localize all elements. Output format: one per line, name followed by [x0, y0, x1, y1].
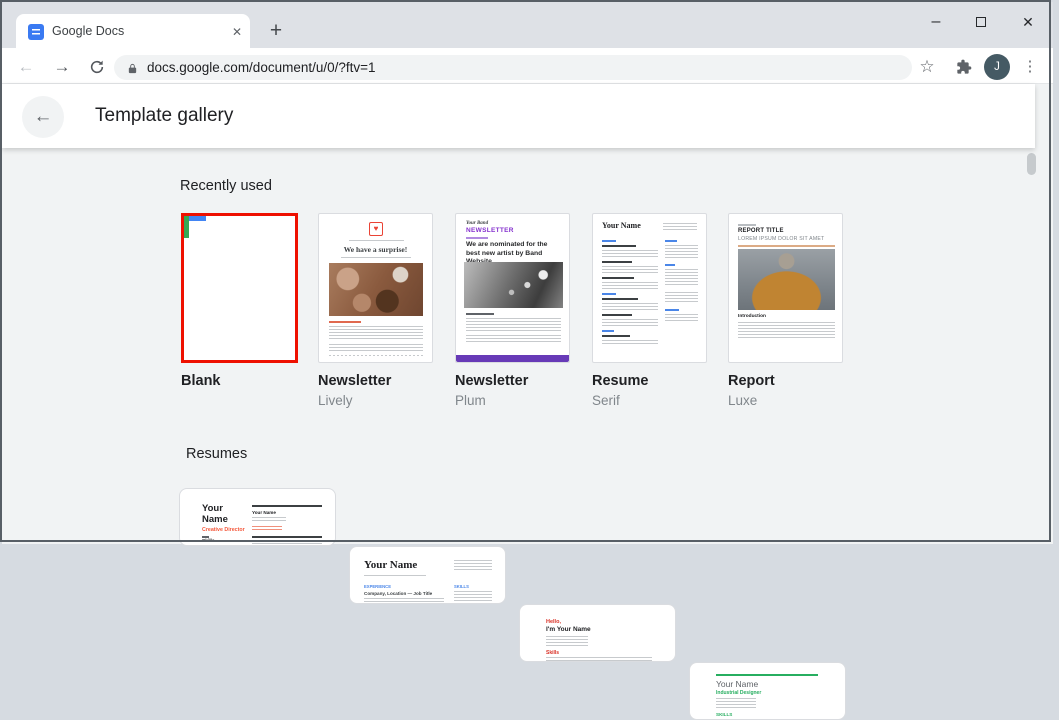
template-card-newsletter-plum[interactable]: Your Band NEWSLETTER We are nominated fo…: [455, 213, 570, 408]
plum-masthead: NEWSLETTER: [466, 227, 514, 234]
template-name: Newsletter: [318, 373, 392, 389]
window-close-button[interactable]: ✕: [1013, 9, 1043, 35]
template-card-blank[interactable]: Blank: [181, 213, 298, 389]
template-subtitle: Lively: [318, 393, 353, 408]
serif-name: Your Name: [602, 221, 641, 230]
section-heading-resumes: Resumes: [186, 446, 248, 462]
google-docs-favicon-icon: [28, 24, 44, 40]
extensions-puzzle-icon[interactable]: [952, 55, 976, 79]
template-card-report-luxe[interactable]: REPORT TITLE LOREM IPSUM DOLOR SIT AMET …: [728, 213, 843, 408]
template-card-resume-serif-2[interactable]: Your Name EXPERIENCE SKILLS Company, Loc…: [349, 546, 506, 604]
swiss-skills: Skills: [546, 650, 560, 656]
heart-icon: ♥: [369, 222, 383, 236]
template-card-resume-spearmint[interactable]: Your Name Industrial Designer SKILLS: [689, 662, 846, 720]
page-title: Template gallery: [95, 105, 234, 126]
browser-menu-icon[interactable]: ⋮: [1019, 54, 1041, 80]
coral-side-name: Your Name: [252, 510, 276, 515]
doc-lines-decor: [32, 29, 40, 36]
plum-brand: Your Band: [466, 221, 489, 226]
scrollbar-thumb[interactable]: [1027, 153, 1036, 175]
template-card-resume-coral[interactable]: Your Name Creative Director Your Name Sk…: [179, 488, 336, 546]
coral-first: Your: [202, 503, 223, 514]
lock-icon[interactable]: [127, 60, 141, 76]
bookmark-star-icon[interactable]: ☆: [914, 54, 940, 80]
luxe-section: Introduction: [738, 314, 766, 319]
gallery-back-button[interactable]: ←: [22, 96, 64, 138]
plum-thumbnail: Your Band NEWSLETTER We are nominated fo…: [455, 213, 570, 363]
coral-role: Creative Director: [202, 527, 245, 533]
maximize-icon: [976, 17, 986, 27]
spearmint-name: Your Name: [716, 679, 759, 689]
swiss-hello: Hello,: [546, 619, 561, 625]
luxe-thumbnail: REPORT TITLE LOREM IPSUM DOLOR SIT AMET …: [728, 213, 843, 363]
serif2-job: Company, Location — Job Title: [364, 591, 433, 596]
reload-icon[interactable]: [84, 54, 110, 80]
swiss-name: I'm Your Name: [546, 626, 591, 633]
luxe-photo: [738, 249, 835, 310]
serif2-experience: EXPERIENCE: [364, 584, 391, 589]
luxe-subtitle: LOREM IPSUM DOLOR SIT AMET: [738, 236, 825, 242]
maximize-button[interactable]: [966, 9, 996, 35]
google-plus-icon: [184, 216, 206, 238]
plum-footer-bar: [456, 355, 569, 362]
spearmint-role: Industrial Designer: [716, 690, 762, 696]
coral-skills: Skills: [202, 539, 215, 544]
template-card-newsletter-lively[interactable]: ♥ We have a surprise! Newsletter Lively: [318, 213, 433, 408]
lively-thumbnail: ♥ We have a surprise!: [318, 213, 433, 363]
tab-close-icon[interactable]: ✕: [227, 22, 247, 42]
back-icon[interactable]: ←: [13, 54, 39, 80]
coral-last: Name: [202, 514, 228, 525]
lively-headline: We have a surprise!: [343, 245, 408, 254]
template-card-resume-serif[interactable]: Your Name Resume Serif: [592, 213, 707, 408]
template-name: Resume: [592, 373, 649, 389]
luxe-title: REPORT TITLE: [738, 228, 784, 234]
template-subtitle: Luxe: [728, 393, 758, 408]
spearmint-skills: SKILLS: [716, 712, 733, 717]
tab-title: Google Docs: [52, 24, 125, 38]
serif2-name: Your Name: [364, 559, 418, 571]
template-card-resume-swiss[interactable]: Hello, I'm Your Name Skills: [519, 604, 676, 662]
section-heading-recently-used: Recently used: [180, 178, 272, 194]
lively-photo: [329, 263, 423, 316]
new-tab-button[interactable]: +: [262, 18, 290, 45]
plum-guitar-photo: [464, 262, 563, 308]
blank-thumbnail: [181, 213, 298, 363]
url-text[interactable]: docs.google.com/document/u/0/?ftv=1: [147, 55, 376, 80]
minimize-button[interactable]: –: [921, 9, 951, 35]
spearmint-rule: [716, 674, 818, 676]
template-subtitle: Plum: [455, 393, 486, 408]
template-name: Newsletter: [455, 373, 529, 389]
template-name: Report: [728, 373, 775, 389]
forward-icon[interactable]: →: [49, 54, 75, 80]
template-subtitle: Serif: [592, 393, 620, 408]
profile-avatar[interactable]: J: [984, 54, 1010, 80]
serif-thumbnail: Your Name: [592, 213, 707, 363]
template-name: Blank: [181, 373, 221, 389]
serif2-skills: SKILLS: [454, 584, 469, 589]
